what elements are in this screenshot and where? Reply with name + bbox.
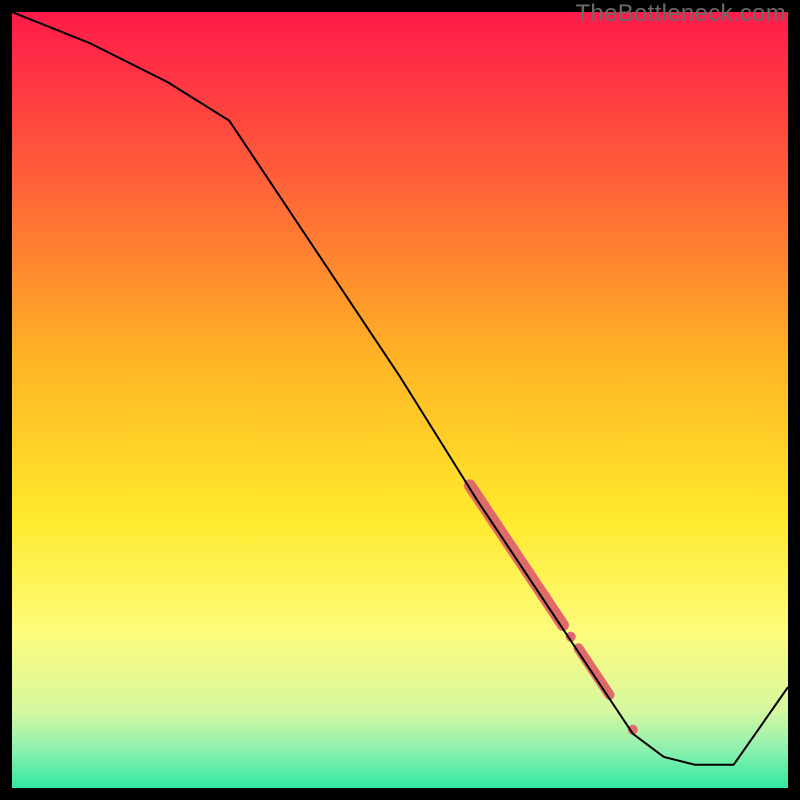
bottleneck-chart	[12, 12, 788, 788]
watermark-text: TheBottleneck.com	[575, 0, 786, 28]
chart-background	[12, 12, 788, 788]
